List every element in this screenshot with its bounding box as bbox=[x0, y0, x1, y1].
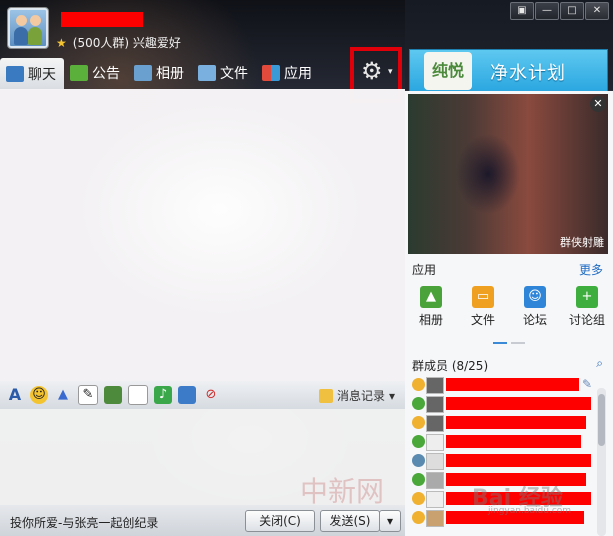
member-list-scrollbar[interactable] bbox=[597, 388, 606, 536]
chevron-down-icon: ▾ bbox=[388, 388, 395, 403]
group-info: ★ (500人群) 兴趣爱好 bbox=[56, 36, 181, 50]
folder-icon bbox=[198, 65, 216, 81]
page-dots bbox=[493, 342, 525, 344]
group-avatar[interactable] bbox=[7, 7, 49, 49]
skin-button[interactable]: ▣ bbox=[510, 2, 534, 20]
tab-bar: 聊天 公告 相册 文件 应用 bbox=[0, 57, 405, 90]
members-section-header: 群成员 (8/25) ⌕ bbox=[412, 356, 603, 373]
emoji-icon[interactable]: ☺ bbox=[30, 386, 48, 404]
announcement-icon bbox=[70, 65, 88, 81]
tab-album[interactable]: 相册 bbox=[128, 58, 192, 88]
list-item[interactable] bbox=[405, 413, 605, 432]
scribble-icon[interactable]: ✎ bbox=[78, 385, 98, 405]
message-display-area[interactable] bbox=[0, 89, 405, 381]
star-icon: ★ bbox=[56, 36, 67, 50]
qq-group-chat-window: ★ (500人群) 兴趣爱好 ▣ — □ ✕ 聊天 公告 相册 文件 应用 ⚙ … bbox=[0, 0, 613, 536]
window-controls: ▣ — □ ✕ bbox=[510, 2, 609, 20]
ad-text: 净水计划 bbox=[490, 63, 566, 84]
tab-files[interactable]: 文件 bbox=[192, 58, 256, 88]
font-icon[interactable]: A bbox=[6, 386, 24, 404]
chevron-down-icon: ▾ bbox=[388, 67, 393, 77]
bottom-bar: 投你所爱-与张亮一起创纪录 关闭(C) 发送(S) ▾ bbox=[0, 505, 405, 536]
album-icon bbox=[134, 65, 152, 81]
app-files[interactable]: ▭ 文件 bbox=[460, 284, 506, 336]
folder-icon: ▭ bbox=[472, 286, 494, 308]
ad-banner[interactable]: 纯悦 净水计划 bbox=[409, 49, 608, 93]
close-chat-button[interactable]: 关闭(C) bbox=[245, 510, 315, 532]
live-video-preview[interactable]: ✕ 群侠射雕 bbox=[408, 94, 608, 254]
apps-icon bbox=[262, 65, 280, 81]
edit-icon[interactable]: ✎ bbox=[582, 377, 592, 391]
tab-chat[interactable]: 聊天 bbox=[0, 58, 64, 90]
title-bar: ★ (500人群) 兴趣爱好 ▣ — □ ✕ bbox=[0, 0, 613, 56]
list-item[interactable] bbox=[405, 394, 605, 413]
file-send-icon[interactable] bbox=[128, 385, 148, 405]
gear-icon[interactable]: ⚙ bbox=[361, 59, 383, 83]
close-button[interactable]: ✕ bbox=[585, 2, 609, 20]
send-options-button[interactable]: ▾ bbox=[379, 510, 401, 532]
screen-share-icon[interactable] bbox=[178, 386, 196, 404]
search-icon[interactable]: ⌕ bbox=[596, 356, 603, 371]
chinanews-watermark: 中新网 bbox=[300, 475, 385, 508]
chat-icon bbox=[6, 66, 24, 82]
app-forum[interactable]: ☺ 论坛 bbox=[512, 284, 558, 336]
music-icon[interactable]: ♪ bbox=[154, 386, 172, 404]
maximize-button[interactable]: □ bbox=[560, 2, 584, 20]
magic-icon[interactable]: ▲ bbox=[54, 386, 72, 404]
video-caption: 群侠射雕 bbox=[560, 236, 604, 249]
scrollbar-thumb[interactable] bbox=[598, 394, 605, 446]
tab-apps[interactable]: 应用 bbox=[256, 58, 320, 88]
more-link[interactable]: 更多 bbox=[579, 261, 603, 278]
group-name-redacted bbox=[61, 12, 143, 27]
album-icon: ▲ bbox=[420, 286, 442, 308]
log-icon bbox=[318, 388, 333, 403]
group-signature: 投你所爱-与张亮一起创纪录 bbox=[10, 516, 159, 530]
block-icon[interactable]: ⊘ bbox=[202, 386, 220, 404]
baidu-jingyan-url: jingyan.baidu.com bbox=[488, 506, 572, 516]
app-album[interactable]: ▲ 相册 bbox=[408, 284, 454, 336]
send-button[interactable]: 发送(S) bbox=[320, 510, 380, 532]
minimize-button[interactable]: — bbox=[535, 2, 559, 20]
message-log-button[interactable]: 消息记录 ▾ bbox=[318, 387, 395, 404]
forum-icon: ☺ bbox=[524, 286, 546, 308]
image-icon[interactable] bbox=[104, 386, 122, 404]
ad-brand-logo: 纯悦 bbox=[424, 52, 472, 90]
list-item[interactable] bbox=[405, 451, 605, 470]
app-discussion[interactable]: + 讨论组 bbox=[564, 284, 610, 336]
discussion-icon: + bbox=[576, 286, 598, 308]
list-item[interactable]: ✎ bbox=[405, 375, 605, 394]
list-item[interactable] bbox=[405, 432, 605, 451]
input-toolbar: A ☺ ▲ ✎ ♪ ⊘ 消息记录 ▾ bbox=[0, 381, 405, 409]
right-panel: ✕ 群侠射雕 应用 更多 ▲ 相册 ▭ 文件 ☺ 论坛 + 讨论组 群成员 (8… bbox=[405, 91, 613, 536]
tab-announcement[interactable]: 公告 bbox=[64, 58, 128, 88]
close-icon[interactable]: ✕ bbox=[590, 96, 606, 112]
apps-section-header: 应用 更多 bbox=[412, 261, 603, 278]
apps-grid: ▲ 相册 ▭ 文件 ☺ 论坛 + 讨论组 bbox=[405, 284, 613, 336]
